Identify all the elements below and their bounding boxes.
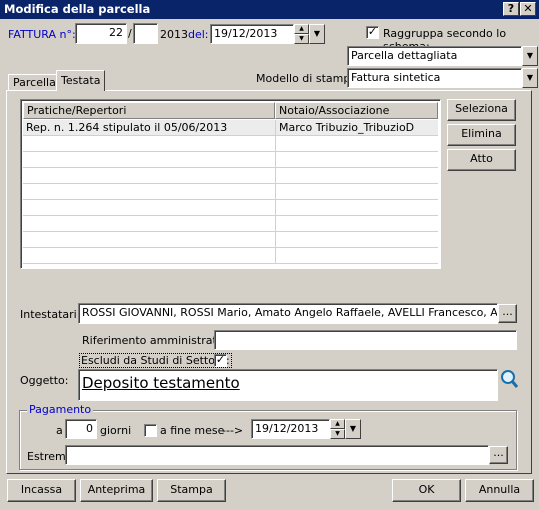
select-button-label: Seleziona [455,102,508,115]
table-row-empty[interactable] [23,184,438,200]
table-cell: Rep. n. 1.264 stipulato il 05/06/2013 [26,121,228,134]
column-header-notary[interactable]: Notaio/Associazione [275,102,438,119]
preview-button-label: Anteprima [87,483,146,496]
payment-date-dropdown-icon[interactable]: ▼ [345,419,361,439]
print-model-label: Modello di stampa: [256,72,361,85]
exclude-checkbox[interactable]: ✓ [214,354,227,367]
table-row-empty[interactable] [23,136,438,152]
extremes-field[interactable] [65,445,489,465]
exclude-label: Escludi da Studi di Settore: [79,353,232,368]
collect-button-label: Incassa [20,483,63,496]
holders-field[interactable]: ROSSI GIOVANNI, ROSSI Mario, Amato Angel… [78,303,498,324]
column-header-practices[interactable]: Pratiche/Repertori [23,102,275,119]
invoice-date-field[interactable]: 19/12/2013 [210,24,294,44]
invoice-separator: / [128,27,132,40]
print-model-dropdown-icon[interactable]: ▼ [522,68,538,88]
table-cell: Marco Tribuzio_TribuzioD [275,120,438,135]
table-row-empty[interactable] [23,200,438,216]
holders-browse-button[interactable]: ... [498,304,517,323]
admin-ref-field[interactable] [214,330,517,350]
table-row-empty[interactable] [23,232,438,248]
payment-arrow: ---> [222,424,244,437]
print-button-label: Stampa [170,483,213,496]
ok-button[interactable]: OK [392,479,461,502]
collect-button[interactable]: Incassa [7,479,76,502]
tab-parcella[interactable]: Parcella [8,74,61,90]
grouping-checkbox[interactable]: ✓ [366,26,379,39]
act-button[interactable]: Atto [447,149,516,171]
extremes-label: Estremi [27,450,69,463]
search-icon[interactable] [498,368,520,390]
delete-button-label: Elimina [461,127,502,140]
act-button-label: Atto [470,152,493,165]
table-row[interactable]: Rep. n. 1.264 stipulato il 05/06/2013 Ma… [23,120,438,136]
invoice-date-label: del: [188,28,209,41]
cancel-button-label: Annulla [478,483,521,496]
payment-days-label: giorni [100,424,132,437]
payment-date-spin-down-icon[interactable]: ▼ [330,429,345,439]
table-row-empty[interactable] [23,152,438,168]
date-spin-down-icon[interactable]: ▼ [294,34,309,44]
tab-testata[interactable]: Testata [56,70,106,91]
end-month-label: a fine mese [160,424,225,437]
payment-legend: Pagamento [27,403,94,416]
date-dropdown-icon[interactable]: ▼ [309,24,325,44]
close-button[interactable]: ✕ [520,2,536,16]
holders-label: Intestatari: [20,308,81,321]
subject-field[interactable]: Deposito testamento [78,369,498,401]
subject-label: Oggetto: [20,374,69,387]
invoice-year: 2013 [160,28,188,41]
print-button[interactable]: Stampa [157,479,226,502]
table-row-empty[interactable] [23,248,438,264]
invoice-number-label: FATTURA n°: [8,28,76,41]
date-spin-up-icon[interactable]: ▲ [294,24,309,34]
end-month-checkbox[interactable] [144,424,157,437]
payment-date-field[interactable]: 19/12/2013 [251,419,330,439]
print-model-select[interactable]: Fattura sintetica [347,68,522,88]
help-button[interactable]: ? [503,2,519,16]
invoice-number-field[interactable]: 22 [75,23,127,44]
title-bar: Modifica della parcella [0,0,539,19]
payment-days-field[interactable]: 0 [65,419,97,439]
schema-select[interactable]: Parcella dettagliata [347,46,522,66]
practices-grid[interactable]: Pratiche/Repertori Notaio/Associazione R… [20,99,441,269]
schema-dropdown-icon[interactable]: ▼ [522,46,538,66]
select-button[interactable]: Seleziona [447,99,516,121]
window-title: Modifica della parcella [4,2,151,16]
ok-button-label: OK [418,483,435,496]
payment-date-spin-up-icon[interactable]: ▲ [330,419,345,429]
table-row-empty[interactable] [23,168,438,184]
payment-a-label: a [56,424,63,437]
extremes-browse-button[interactable]: ... [489,446,508,464]
table-row-empty[interactable] [23,216,438,232]
cancel-button[interactable]: Annulla [465,479,534,502]
delete-button[interactable]: Elimina [447,124,516,146]
preview-button[interactable]: Anteprima [80,479,153,502]
invoice-suffix-field[interactable] [133,23,158,44]
